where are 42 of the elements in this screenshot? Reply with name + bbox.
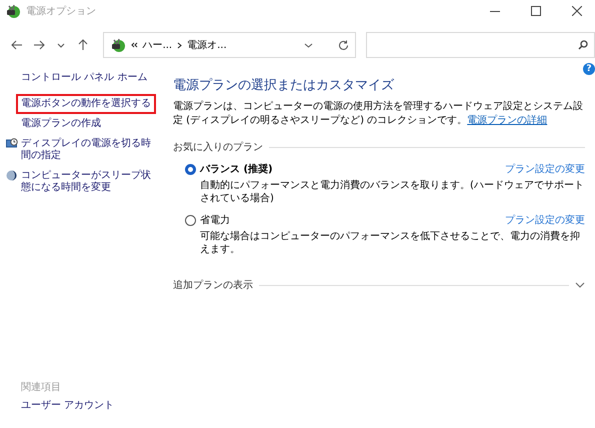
plan-name[interactable]: 省電力 [200,213,230,227]
change-plan-link[interactable]: プラン設定の変更 [505,213,585,227]
breadcrumb[interactable]: 電源オ... [187,38,227,52]
section-label: 追加プランの表示 [173,278,253,292]
plan-description: 自動的にパフォーマンスと電力消費のバランスを取ります。(ハードウェアでサポートされている場合) [200,179,585,205]
refresh-icon[interactable] [338,40,350,50]
search-field[interactable] [366,32,595,58]
chevron-down-icon [56,42,65,48]
breadcrumb[interactable]: ハー... [142,38,172,52]
power-options-icon [110,37,126,53]
monitor-clock-icon [6,138,18,149]
plan-name[interactable]: バランス (推奨) [200,162,273,176]
address-bar[interactable]: ハー... 電源オ... [102,32,356,58]
change-plan-link[interactable]: プラン設定の変更 [505,162,585,176]
close-icon [572,6,582,16]
maximize-icon [531,6,541,16]
power-options-icon [5,3,21,19]
sidebar-link[interactable]: ディスプレイの電源を切る時間の指定 [16,134,162,166]
sidebar-link[interactable]: 電源ボタンの動作を選択する [16,94,156,114]
radio-button[interactable] [185,164,196,174]
help-button[interactable]: ? [583,63,595,75]
chevron-right-icon [177,42,182,48]
moon-icon [6,170,17,181]
plan-description: 可能な場合はコンピューターのパフォーマンスを低下させることで、電力の消費を抑えます。 [200,230,581,256]
radio-button[interactable] [185,214,196,226]
arrow-left-icon [10,40,23,50]
see-also-heading: 関連項目 [21,380,62,394]
arrow-right-icon [32,40,45,50]
window-title: 電源オプション [26,4,96,18]
see-also-link[interactable]: ユーザー アカウント [21,400,162,412]
search-icon [578,40,588,50]
sidebar-link[interactable]: コンピューターがスリープ状態になる時間を変更 [16,166,162,198]
sidebar-link[interactable]: 電源プランの作成 [16,114,106,134]
chevrons-icon [130,42,138,48]
control-panel-home-link[interactable]: コントロール パネル ホーム [21,72,162,84]
dropdown-icon[interactable] [304,42,314,48]
group-label: お気に入りのプラン [173,140,263,154]
expand-icon[interactable] [575,282,585,288]
description-text: 電源プランは、コンピューターの電源の使用方法を管理するハードウェア設定とシステム設定 (ディスプレイの明るさやスリープなど) のコレクションです。電源プランの詳細 [173,100,584,128]
arrow-up-icon [78,39,88,51]
page-heading: 電源プランの選択またはカスタマイズ [173,77,395,94]
details-link[interactable]: 電源プランの詳細 [467,115,548,126]
